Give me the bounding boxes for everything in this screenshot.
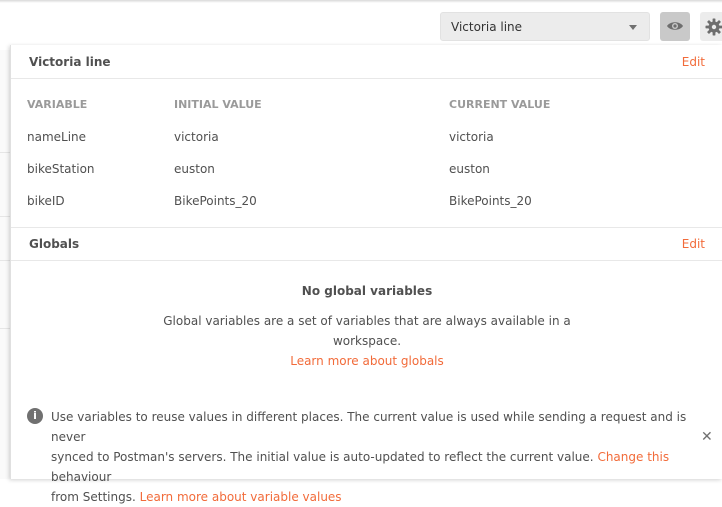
chevron-down-icon bbox=[629, 25, 637, 30]
manage-environments-button[interactable] bbox=[700, 12, 722, 41]
info-text: Use variables to reuse values in differe… bbox=[51, 407, 691, 507]
info-line-2: synced to Postman's servers. The initial… bbox=[51, 447, 691, 487]
info-line-2-tail: behaviour bbox=[51, 470, 111, 484]
background-row-divider bbox=[0, 216, 10, 217]
background-row-divider bbox=[0, 152, 10, 153]
globals-title: Globals bbox=[29, 237, 79, 251]
variable-initial-value: euston bbox=[174, 162, 215, 176]
environment-edit-link[interactable]: Edit bbox=[682, 55, 705, 69]
environment-select-value: Victoria line bbox=[451, 20, 522, 34]
variable-name: bikeStation bbox=[27, 162, 95, 176]
environment-quick-look-button[interactable] bbox=[660, 12, 690, 41]
globals-edit-link[interactable]: Edit bbox=[682, 237, 705, 251]
column-header-initial-value: INITIAL VALUE bbox=[174, 98, 262, 111]
no-globals-title: No global variables bbox=[11, 284, 722, 298]
learn-more-globals-link[interactable]: Learn more about globals bbox=[290, 354, 444, 368]
variable-initial-value: victoria bbox=[174, 130, 219, 144]
variable-initial-value: BikePoints_20 bbox=[174, 194, 257, 208]
info-line-2-text: synced to Postman's servers. The initial… bbox=[51, 450, 594, 464]
learn-more-globals-row: Learn more about globals bbox=[11, 351, 722, 371]
background-row-divider bbox=[0, 260, 10, 261]
close-icon[interactable]: ✕ bbox=[701, 429, 713, 445]
no-globals-description-cont: workspace. bbox=[11, 331, 722, 351]
no-globals-description: Global variables are a set of variables … bbox=[11, 311, 722, 331]
environment-quick-look-popover: Victoria line Edit VARIABLE INITIAL VALU… bbox=[10, 45, 722, 479]
variable-current-value: victoria bbox=[449, 130, 494, 144]
gear-icon bbox=[705, 18, 722, 36]
eye-icon bbox=[666, 20, 684, 32]
globals-section-header: Globals Edit bbox=[11, 227, 722, 261]
learn-more-variable-values-link[interactable]: Learn more about variable values bbox=[140, 490, 342, 504]
info-line-1: Use variables to reuse values in differe… bbox=[51, 407, 691, 447]
variable-name: nameLine bbox=[27, 130, 86, 144]
top-bar: Victoria line bbox=[0, 0, 722, 50]
info-line-3: from Settings. Learn more about variable… bbox=[51, 487, 691, 507]
column-header-variable: VARIABLE bbox=[27, 98, 87, 111]
variable-current-value: euston bbox=[449, 162, 490, 176]
environment-title: Victoria line bbox=[29, 55, 111, 69]
background-panel bbox=[0, 50, 10, 479]
variable-current-value: BikePoints_20 bbox=[449, 194, 532, 208]
environment-section-header: Victoria line Edit bbox=[11, 45, 722, 79]
environment-select[interactable]: Victoria line bbox=[440, 12, 650, 41]
column-header-current-value: CURRENT VALUE bbox=[449, 98, 550, 111]
top-bar-shadow bbox=[0, 0, 722, 3]
background-row-divider bbox=[0, 328, 10, 329]
variable-name: bikeID bbox=[27, 194, 65, 208]
info-line-3-text: from Settings. bbox=[51, 490, 136, 504]
info-icon: i bbox=[27, 408, 43, 424]
change-this-link[interactable]: Change this bbox=[597, 450, 669, 464]
